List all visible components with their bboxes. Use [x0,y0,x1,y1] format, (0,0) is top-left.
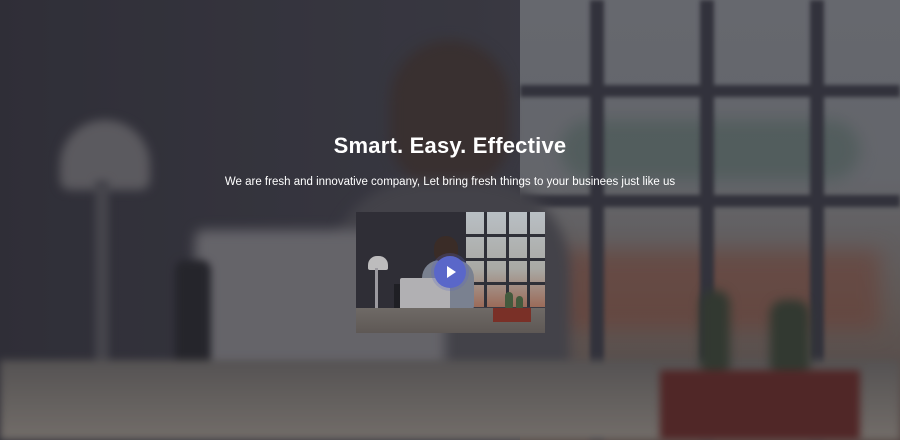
play-icon [447,266,456,278]
video-scene-pot [493,308,531,322]
play-button[interactable] [434,256,466,288]
video-scene-lamp [368,256,388,270]
hero-section: Smart. Easy. Effective We are fresh and … [0,0,900,440]
video-scene-transom [466,234,545,237]
video-scene-transom [466,282,545,285]
hero-subtitle: We are fresh and innovative company, Let… [224,176,676,188]
video-scene-transom [466,258,545,261]
video-scene-lamp-pole [375,268,378,313]
video-thumbnail[interactable] [356,212,545,333]
video-scene-bottle [394,284,400,310]
hero-title: Smart. Easy. Effective [333,133,567,158]
